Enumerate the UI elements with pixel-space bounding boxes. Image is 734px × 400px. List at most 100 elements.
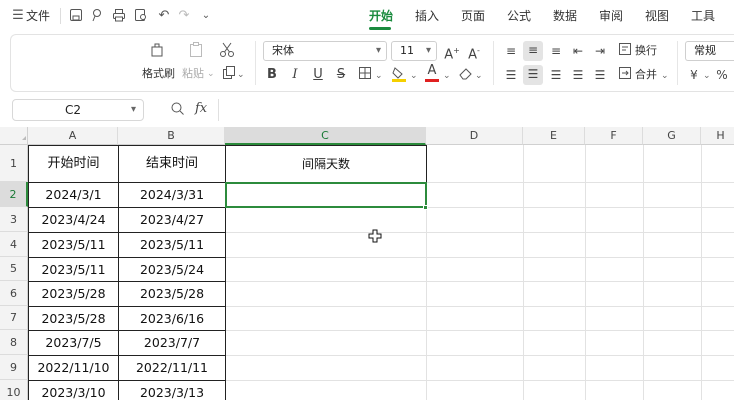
column-header-b[interactable]: B bbox=[118, 127, 225, 145]
row-header-3[interactable]: 3 bbox=[0, 207, 28, 232]
menu-icon[interactable]: ☰ bbox=[10, 8, 26, 24]
save-icon[interactable] bbox=[68, 8, 84, 24]
cell-b3[interactable]: 2023/4/27 bbox=[119, 208, 225, 232]
row-header-8[interactable]: 8 bbox=[0, 330, 28, 355]
cut-icon[interactable] bbox=[217, 41, 237, 61]
row-header-6[interactable]: 6 bbox=[0, 281, 28, 306]
font-name-select[interactable]: 宋体 ▾ bbox=[263, 41, 387, 61]
column-header-e[interactable]: E bbox=[523, 127, 585, 145]
cell-a10[interactable]: 2023/3/10 bbox=[29, 381, 118, 400]
copy-icon[interactable] bbox=[219, 65, 239, 83]
select-all-corner[interactable] bbox=[0, 127, 28, 145]
align-right-icon[interactable]: ☰ bbox=[547, 66, 565, 84]
row-header-2[interactable]: 2 bbox=[0, 182, 28, 207]
row-header-7[interactable]: 7 bbox=[0, 306, 28, 330]
paste-label[interactable]: 粘贴 bbox=[182, 67, 204, 81]
fill-color-dropdown-icon[interactable]: ⌄ bbox=[410, 69, 418, 83]
font-color-dropdown-icon[interactable]: ⌄ bbox=[443, 69, 451, 83]
cell-b9[interactable]: 2022/11/11 bbox=[119, 356, 225, 380]
column-header-g[interactable]: G bbox=[643, 127, 701, 145]
redo-icon[interactable]: ↷ bbox=[176, 8, 192, 24]
column-header-c[interactable]: C bbox=[225, 127, 426, 145]
tab-tools[interactable]: 工具 bbox=[691, 8, 715, 24]
column-header-h[interactable]: H bbox=[701, 127, 734, 145]
cell-a6[interactable]: 2023/5/28 bbox=[29, 282, 118, 306]
active-cell-selection[interactable] bbox=[225, 182, 427, 208]
clear-dropdown-icon[interactable]: ⌄ bbox=[475, 69, 483, 83]
print-icon[interactable] bbox=[111, 8, 127, 24]
tab-formula[interactable]: 公式 bbox=[507, 8, 531, 24]
header-cell-interval-days[interactable]: 间隔天数 bbox=[226, 146, 426, 182]
undo-icon[interactable]: ↶ bbox=[156, 8, 172, 24]
font-size-select[interactable]: 11 ▾ bbox=[391, 41, 437, 61]
wrap-text-icon[interactable] bbox=[617, 42, 633, 62]
row-header-1[interactable]: 1 bbox=[0, 145, 28, 182]
fill-handle[interactable] bbox=[423, 205, 428, 210]
format-painter-icon[interactable] bbox=[147, 41, 167, 61]
percent-icon[interactable]: % bbox=[715, 66, 729, 84]
cell-b7[interactable]: 2023/6/16 bbox=[119, 307, 225, 330]
tab-view[interactable]: 视图 bbox=[645, 8, 669, 24]
border-icon[interactable] bbox=[357, 66, 373, 86]
print-preview-icon[interactable] bbox=[133, 8, 149, 24]
align-center-icon[interactable]: ☰ bbox=[523, 65, 543, 85]
number-format-select[interactable]: 常规 bbox=[685, 41, 734, 61]
cell-a4[interactable]: 2023/5/11 bbox=[29, 233, 118, 257]
fill-color-icon[interactable] bbox=[391, 65, 407, 89]
underline-icon[interactable]: U bbox=[309, 66, 327, 84]
merge-icon[interactable] bbox=[617, 66, 633, 86]
cell-a7[interactable]: 2023/5/28 bbox=[29, 307, 118, 330]
paste-dropdown-icon[interactable]: ⌄ bbox=[207, 67, 215, 81]
align-left-icon[interactable]: ☰ bbox=[502, 66, 520, 84]
tab-insert[interactable]: 插入 bbox=[415, 8, 439, 24]
tab-home[interactable]: 开始 bbox=[369, 8, 393, 24]
copy-dropdown-icon[interactable]: ⌄ bbox=[237, 68, 245, 82]
row-header-10[interactable]: 10 bbox=[0, 380, 28, 400]
font-color-icon[interactable]: A bbox=[424, 63, 440, 82]
file-menu[interactable]: 文件 bbox=[26, 8, 50, 24]
paste-icon[interactable] bbox=[186, 41, 206, 61]
indent-increase-icon[interactable]: ⇥ bbox=[591, 42, 609, 60]
cell-a9[interactable]: 2022/11/10 bbox=[29, 356, 118, 380]
name-box[interactable]: C2 ▾ bbox=[12, 99, 144, 121]
currency-icon[interactable]: ¥ bbox=[687, 66, 701, 84]
strikethrough-icon[interactable]: S bbox=[332, 66, 350, 84]
wrap-text-label[interactable]: 换行 bbox=[635, 44, 657, 58]
column-header-a[interactable]: A bbox=[28, 127, 118, 145]
cell-b2[interactable]: 2024/3/31 bbox=[119, 183, 225, 207]
cell-b4[interactable]: 2023/5/11 bbox=[119, 233, 225, 257]
tab-page[interactable]: 页面 bbox=[461, 8, 485, 24]
align-top-icon[interactable]: ≡ bbox=[502, 42, 520, 60]
cell-b10[interactable]: 2023/3/13 bbox=[119, 381, 225, 400]
merge-dropdown-icon[interactable]: ⌄ bbox=[661, 69, 669, 83]
increase-font-icon[interactable]: A+ bbox=[443, 42, 461, 64]
merge-label[interactable]: 合并 bbox=[635, 68, 657, 82]
cell-b8[interactable]: 2023/7/7 bbox=[119, 331, 225, 355]
justify-icon[interactable]: ☰ bbox=[569, 66, 587, 84]
format-painter-label[interactable]: 格式刷 bbox=[142, 67, 175, 81]
align-bottom-icon[interactable]: ≡ bbox=[547, 42, 565, 60]
cell-a3[interactable]: 2023/4/24 bbox=[29, 208, 118, 232]
align-middle-icon[interactable]: ≡ bbox=[523, 41, 543, 61]
header-cell-end-time[interactable]: 结束时间 bbox=[119, 146, 225, 182]
italic-icon[interactable]: I bbox=[286, 66, 304, 84]
cell-a8[interactable]: 2023/7/5 bbox=[29, 331, 118, 355]
column-header-f[interactable]: F bbox=[585, 127, 643, 145]
cell-b6[interactable]: 2023/5/28 bbox=[119, 282, 225, 306]
cell-a5[interactable]: 2023/5/11 bbox=[29, 258, 118, 281]
indent-decrease-icon[interactable]: ⇤ bbox=[569, 42, 587, 60]
cell-b5[interactable]: 2023/5/24 bbox=[119, 258, 225, 281]
border-dropdown-icon[interactable]: ⌄ bbox=[375, 69, 383, 83]
function-icon[interactable]: fx bbox=[195, 101, 207, 116]
row-header-9[interactable]: 9 bbox=[0, 355, 28, 380]
currency-dropdown-icon[interactable]: ⌄ bbox=[703, 69, 711, 83]
distributed-icon[interactable]: ☰ bbox=[591, 66, 609, 84]
chevron-down-icon[interactable]: ⌄ bbox=[198, 8, 214, 24]
tab-review[interactable]: 审阅 bbox=[599, 8, 623, 24]
header-cell-start-time[interactable]: 开始时间 bbox=[29, 146, 118, 182]
eraser-icon[interactable] bbox=[457, 66, 473, 86]
bold-icon[interactable]: B bbox=[263, 66, 281, 84]
decrease-font-icon[interactable]: A- bbox=[465, 42, 483, 64]
cell-a2[interactable]: 2024/3/1 bbox=[29, 183, 118, 207]
zoom-icon[interactable] bbox=[170, 101, 186, 117]
